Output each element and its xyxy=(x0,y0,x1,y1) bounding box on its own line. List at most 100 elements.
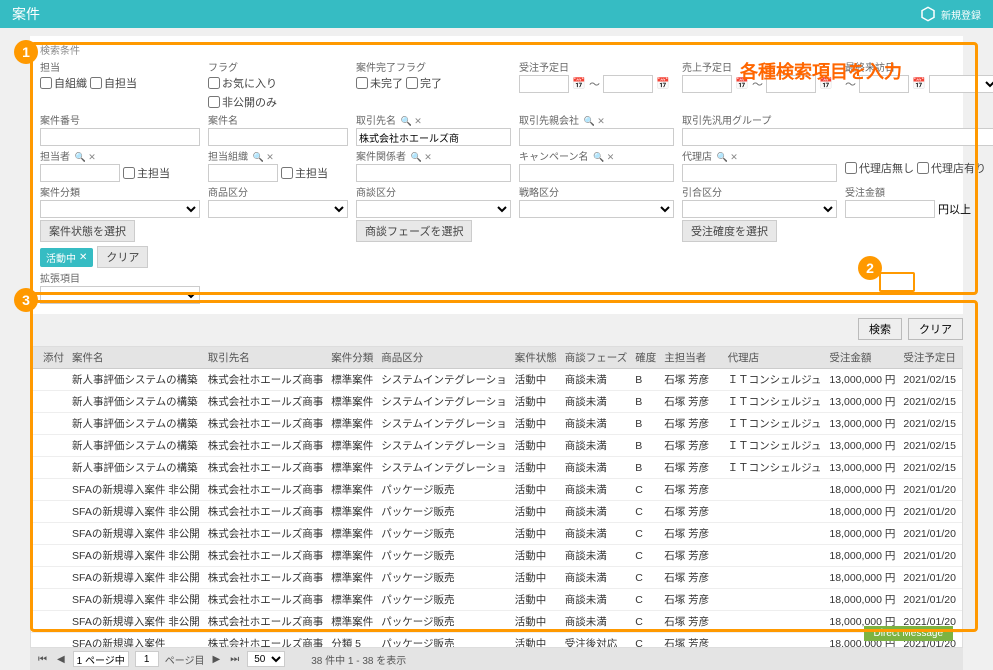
table-row[interactable]: SFAの新規導入案件 非公開株式会社ホエールズ商事標準案件パッケージ販売活動中商… xyxy=(31,611,963,633)
select-senryaku-kubun[interactable] xyxy=(519,200,674,218)
table-row[interactable]: 新人事評価システムの構築株式会社ホエールズ商事標準案件システムインテグレーショ活… xyxy=(31,369,963,391)
input-jyuchu-kingaku[interactable] xyxy=(845,200,935,218)
field-jucyu-yotei: 受注予定日 📅 〜 📅 xyxy=(519,59,674,93)
col-header[interactable] xyxy=(31,347,39,369)
btn-shoudan-phase[interactable]: 商談フェーズを選択 xyxy=(356,220,472,242)
table-row[interactable]: 新人事評価システムの構築株式会社ホエールズ商事標準案件システムインテグレーショ活… xyxy=(31,413,963,435)
search-icon[interactable]: 🔍 ✕ xyxy=(250,152,274,162)
col-header[interactable]: 商談フェーズ xyxy=(561,347,631,369)
table-row[interactable]: 新人事評価システムの構築株式会社ホエールズ商事標準案件システムインテグレーショ活… xyxy=(31,457,963,479)
chk-shutantou-2[interactable]: 主担当 xyxy=(281,165,328,181)
select-kakucho[interactable] xyxy=(40,286,200,304)
app-header: 案件 新規登録 xyxy=(0,0,993,28)
btn-anken-joutai[interactable]: 案件状態を選択 xyxy=(40,220,135,242)
pager-page-current[interactable] xyxy=(135,651,159,667)
table-row[interactable]: SFAの新規導入案件株式会社ホエールズ商事分類 5パッケージ販売活動中受注後対応… xyxy=(31,633,963,649)
search-icon[interactable]: 🔍 ✕ xyxy=(714,152,738,162)
chk-dairiten-nashi[interactable]: 代理店無し xyxy=(845,160,914,176)
col-header[interactable]: 取引先名 xyxy=(204,347,328,369)
input-torihiki-kaisha[interactable] xyxy=(519,128,674,146)
clear-button[interactable]: クリア xyxy=(908,318,963,340)
btn-clear-tags[interactable]: クリア xyxy=(97,246,148,268)
pager-size[interactable]: 50 xyxy=(247,651,285,667)
pager-prev[interactable]: ◀ xyxy=(55,654,67,665)
attachment-icon xyxy=(39,545,68,567)
field-flag: フラグ お気に入り 非公開のみ xyxy=(208,59,348,110)
table-row[interactable]: SFAの新規導入案件 非公開株式会社ホエールズ商事標準案件パッケージ販売活動中商… xyxy=(31,589,963,611)
results-table-wrap[interactable]: 添付案件名取引先名案件分類商品区分案件状態商談フェーズ確度主担当者代理店受注金額… xyxy=(30,346,963,648)
col-header[interactable]: 案件状態 xyxy=(511,347,561,369)
col-header[interactable]: 案件分類 xyxy=(327,347,377,369)
pager-status: 38 件中 1 - 38 を表示 xyxy=(311,652,406,667)
pager-page-total[interactable] xyxy=(73,651,129,667)
table-row[interactable]: 新人事評価システムの構築株式会社ホエールズ商事標準案件システムインテグレーショ活… xyxy=(31,391,963,413)
input-kanrensha[interactable] xyxy=(356,164,511,182)
input-tantou-soshiki[interactable] xyxy=(208,164,278,182)
chk-private[interactable]: 非公開のみ xyxy=(208,94,277,110)
search-icon[interactable]: 🔍 ✕ xyxy=(581,116,605,126)
search-panel-title: 検索条件 xyxy=(40,42,953,57)
chk-kanryo[interactable]: 完了 xyxy=(406,75,442,91)
chk-shutantou-1[interactable]: 主担当 xyxy=(123,165,170,181)
table-row[interactable]: SFAの新規導入案件 非公開株式会社ホエールズ商事標準案件パッケージ販売活動中商… xyxy=(31,501,963,523)
input-uriage-from[interactable] xyxy=(682,75,732,93)
select-hikiai-kubun[interactable] xyxy=(682,200,837,218)
attachment-icon xyxy=(39,413,68,435)
direct-message-bar[interactable]: Direct Message xyxy=(864,626,953,641)
calendar-icon[interactable]: 📅 xyxy=(656,77,670,91)
calendar-icon[interactable]: 📅 xyxy=(912,77,926,91)
select-torihiki-group[interactable] xyxy=(682,128,993,146)
step-badge-2: 2 xyxy=(858,256,882,280)
pager-next[interactable]: ▶ xyxy=(211,654,223,665)
input-anken-no[interactable] xyxy=(40,128,200,146)
attachment-icon xyxy=(39,633,68,649)
input-campaign[interactable] xyxy=(519,164,674,182)
search-icon[interactable]: 🔍 ✕ xyxy=(591,152,615,162)
attachment-icon xyxy=(39,457,68,479)
input-jucyu-to[interactable] xyxy=(603,75,653,93)
search-icon[interactable]: 🔍 ✕ xyxy=(72,152,96,162)
btn-jyuchu-kakudo[interactable]: 受注確度を選択 xyxy=(682,220,777,242)
chk-favorite[interactable]: お気に入り xyxy=(208,75,277,91)
pager-first[interactable]: ⏮ xyxy=(36,654,49,665)
search-icon[interactable]: 🔍 ✕ xyxy=(408,152,432,162)
col-header[interactable]: 確度 xyxy=(631,347,660,369)
pager: ⏮ ◀ ページ目 ▶ ⏭ 50 38 件中 1 - 38 を表示 xyxy=(30,648,963,670)
col-header[interactable]: 売上予定日 xyxy=(960,347,963,369)
pager-last[interactable]: ⏭ xyxy=(228,654,241,665)
select-shoudan-kubun[interactable] xyxy=(356,200,511,218)
search-icon[interactable]: 🔍 ✕ xyxy=(398,116,422,126)
col-header[interactable]: 受注金額 xyxy=(825,347,899,369)
input-dairiten[interactable] xyxy=(682,164,837,182)
select-anken-bunrui[interactable] xyxy=(40,200,200,218)
table-row[interactable]: SFAの新規導入案件 非公開株式会社ホエールズ商事標準案件パッケージ販売活動中商… xyxy=(31,567,963,589)
table-row[interactable]: SFAの新規導入案件 非公開株式会社ホエールズ商事標準案件パッケージ販売活動中商… xyxy=(31,545,963,567)
table-row[interactable]: SFAの新規導入案件 非公開株式会社ホエールズ商事標準案件パッケージ販売活動中商… xyxy=(31,479,963,501)
table-row[interactable]: SFAの新規導入案件 非公開株式会社ホエールズ商事標準案件パッケージ販売活動中商… xyxy=(31,523,963,545)
chk-dairiten-ari[interactable]: 代理店有り xyxy=(917,160,986,176)
tag-katsudouchuu[interactable]: 活動中✕ xyxy=(40,248,93,267)
results-table: 添付案件名取引先名案件分類商品区分案件状態商談フェーズ確度主担当者代理店受注金額… xyxy=(31,347,963,648)
step-badge-1: 1 xyxy=(14,40,38,64)
input-jucyu-from[interactable] xyxy=(519,75,569,93)
col-header[interactable]: 添付 xyxy=(39,347,68,369)
table-row[interactable]: 新人事評価システムの構築株式会社ホエールズ商事標準案件システムインテグレーショ活… xyxy=(31,435,963,457)
calendar-icon[interactable]: 📅 xyxy=(572,77,586,91)
chk-jisoshiki[interactable]: 自組織 xyxy=(40,75,87,91)
col-header[interactable]: 主担当者 xyxy=(660,347,723,369)
input-torihikisaki[interactable] xyxy=(356,128,511,146)
select-saisyu[interactable] xyxy=(929,75,993,93)
col-header[interactable]: 商品区分 xyxy=(377,347,510,369)
input-anken-name[interactable] xyxy=(208,128,348,146)
attachment-icon xyxy=(39,567,68,589)
search-button[interactable]: 検索 xyxy=(858,318,902,340)
chk-mikanryo[interactable]: 未完了 xyxy=(356,75,403,91)
close-icon[interactable]: ✕ xyxy=(79,252,87,263)
select-shouhin-kubun[interactable] xyxy=(208,200,348,218)
new-register-button[interactable]: 新規登録 xyxy=(919,5,981,23)
chk-jitantou[interactable]: 自担当 xyxy=(90,75,137,91)
col-header[interactable]: 受注予定日 xyxy=(899,347,960,369)
col-header[interactable]: 案件名 xyxy=(68,347,204,369)
col-header[interactable]: 代理店 xyxy=(724,347,826,369)
input-tantousha[interactable] xyxy=(40,164,120,182)
